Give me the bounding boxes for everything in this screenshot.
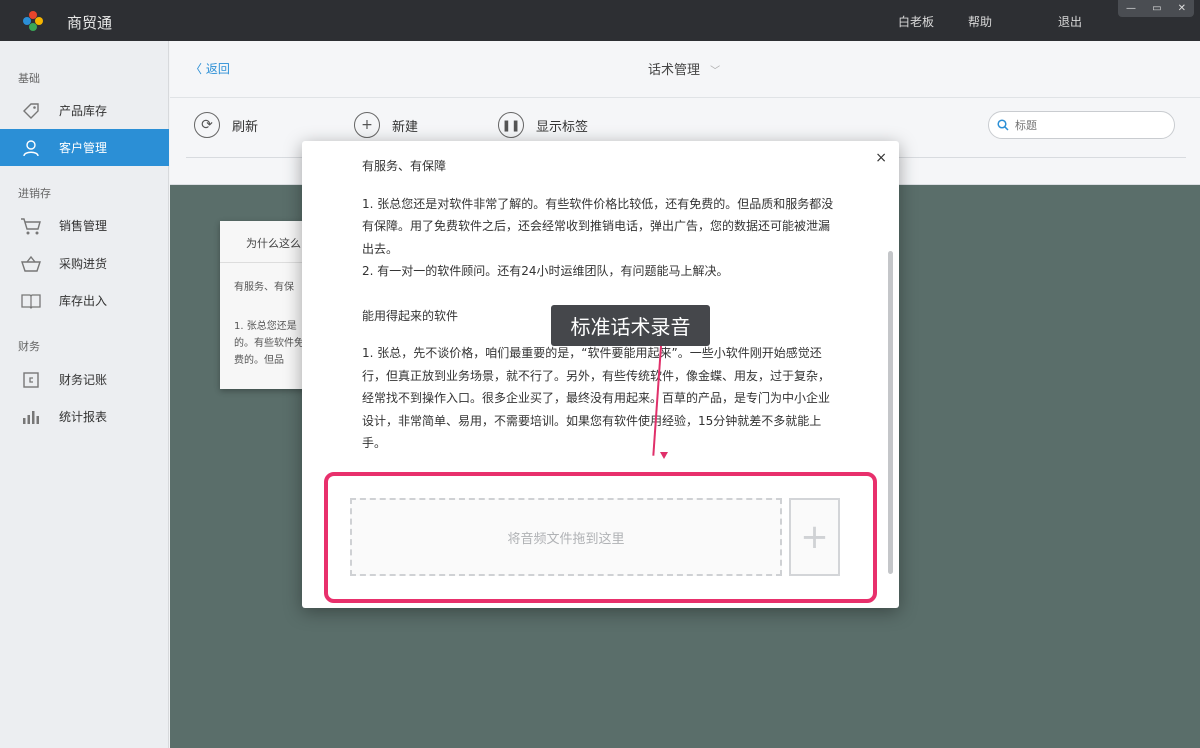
sidebar-group-basic: 基础 [18, 72, 40, 85]
script-card[interactable]: 为什么这么 有服务、有保 1. 张总您还是的。有些软件免费的。但品 [220, 221, 306, 389]
paragraph: 1. 张总，先不谈价格，咱们最重要的是，“软件要能用起来”。一些小软件刚开始感觉… [362, 346, 831, 450]
sidebar-item-label: 产品库存 [59, 104, 108, 118]
minimize-icon[interactable]: — [1126, 3, 1136, 14]
new-button[interactable]: + 新建 [354, 112, 418, 138]
header-divider [170, 97, 1200, 98]
annotation-callout: 标准话术录音 [551, 305, 710, 346]
sidebar: 基础 产品库存 客户管理 进销存 销售管理 采购进货 库存出入 财务 财务记账 … [0, 41, 169, 748]
page-title[interactable]: 话术管理 ﹀ [648, 59, 720, 78]
section-heading: 有服务、有保障 [362, 159, 447, 173]
plus-icon: + [800, 517, 829, 557]
dropzone-label: 将音频文件拖到这里 [507, 531, 625, 547]
sidebar-item-customers[interactable]: 客户管理 [0, 129, 169, 166]
refresh-icon: ⟳ [194, 112, 220, 138]
search-box[interactable] [988, 111, 1175, 139]
logout-link[interactable]: 退出 [1058, 13, 1082, 30]
book-icon [18, 291, 44, 311]
paragraph: 1. 张总您还是对软件非常了解的。有些软件价格比较低，还有免费的。但品质和服务都… [362, 196, 834, 256]
sidebar-item-stock[interactable]: 库存出入 [0, 282, 169, 319]
plus-icon: + [354, 112, 380, 138]
show-tags-button[interactable]: ❚❚ 显示标签 [498, 112, 588, 138]
help-link[interactable]: 帮助 [968, 13, 992, 30]
close-window-icon[interactable]: ✕ [1178, 3, 1186, 14]
card-text: 1. 张总您还是的。有些软件免费的。但品 [234, 321, 304, 366]
annotation-arrow-head [660, 452, 668, 459]
modal-content: 有服务、有保障 1. 张总您还是对软件非常了解的。有些软件价格比较低，还有免费的… [362, 141, 837, 455]
close-icon[interactable]: × [875, 150, 887, 166]
add-audio-button[interactable]: + [789, 498, 840, 576]
sidebar-item-purchase[interactable]: 采购进货 [0, 245, 169, 282]
sidebar-item-sales[interactable]: 销售管理 [0, 207, 169, 244]
card-heading: 有服务、有保 [234, 282, 294, 293]
back-button[interactable]: 〈 返回 [190, 60, 230, 77]
page-title-text: 话术管理 [648, 63, 701, 78]
sidebar-item-label: 库存出入 [59, 294, 108, 308]
wallet-icon [18, 370, 44, 390]
window-controls: — ▭ ✕ [1118, 0, 1194, 17]
paragraph: 2. 有一对一的软件顾问。还有24小时运维团队，有问题能马上解决。 [362, 264, 729, 278]
title-bar: 商贸通 白老板 帮助 退出 — ▭ ✕ [0, 0, 1200, 41]
tag-icon [18, 101, 44, 121]
sidebar-group-inventory: 进销存 [18, 187, 51, 200]
new-label: 新建 [392, 119, 419, 135]
chevron-left-icon: 〈 [190, 62, 203, 76]
sidebar-item-reports[interactable]: 统计报表 [0, 398, 169, 435]
audio-dropzone[interactable]: 将音频文件拖到这里 [350, 498, 782, 576]
sidebar-group-finance: 财务 [18, 340, 40, 353]
back-label: 返回 [205, 62, 230, 76]
chevron-down-icon: ﹀ [710, 66, 721, 77]
app-logo-icon [23, 11, 43, 31]
script-detail-modal: × 有服务、有保障 1. 张总您还是对软件非常了解的。有些软件价格比较低，还有免… [302, 141, 899, 608]
app-title: 商贸通 [67, 14, 113, 32]
cart-icon [18, 216, 44, 236]
sidebar-item-label: 客户管理 [59, 141, 108, 155]
sidebar-item-label: 采购进货 [59, 257, 108, 271]
user-link[interactable]: 白老板 [898, 13, 934, 30]
basket-icon [18, 254, 44, 274]
card-divider [220, 262, 306, 263]
sidebar-item-products[interactable]: 产品库存 [0, 92, 169, 129]
pause-icon: ❚❚ [498, 112, 524, 138]
search-icon [997, 119, 1009, 131]
bar-chart-icon [18, 407, 44, 427]
show-tags-label: 显示标签 [536, 119, 589, 135]
maximize-icon[interactable]: ▭ [1152, 3, 1161, 14]
refresh-label: 刷新 [232, 119, 259, 135]
sidebar-item-accounting[interactable]: 财务记账 [0, 361, 169, 398]
sidebar-item-label: 销售管理 [59, 219, 108, 233]
card-title: 为什么这么 [246, 237, 301, 250]
sidebar-item-label: 统计报表 [59, 410, 108, 424]
search-input[interactable] [1015, 118, 1165, 132]
refresh-button[interactable]: ⟳ 刷新 [194, 112, 258, 138]
sidebar-item-label: 财务记账 [59, 373, 108, 387]
scrollbar[interactable] [888, 251, 893, 574]
user-icon [18, 138, 44, 158]
